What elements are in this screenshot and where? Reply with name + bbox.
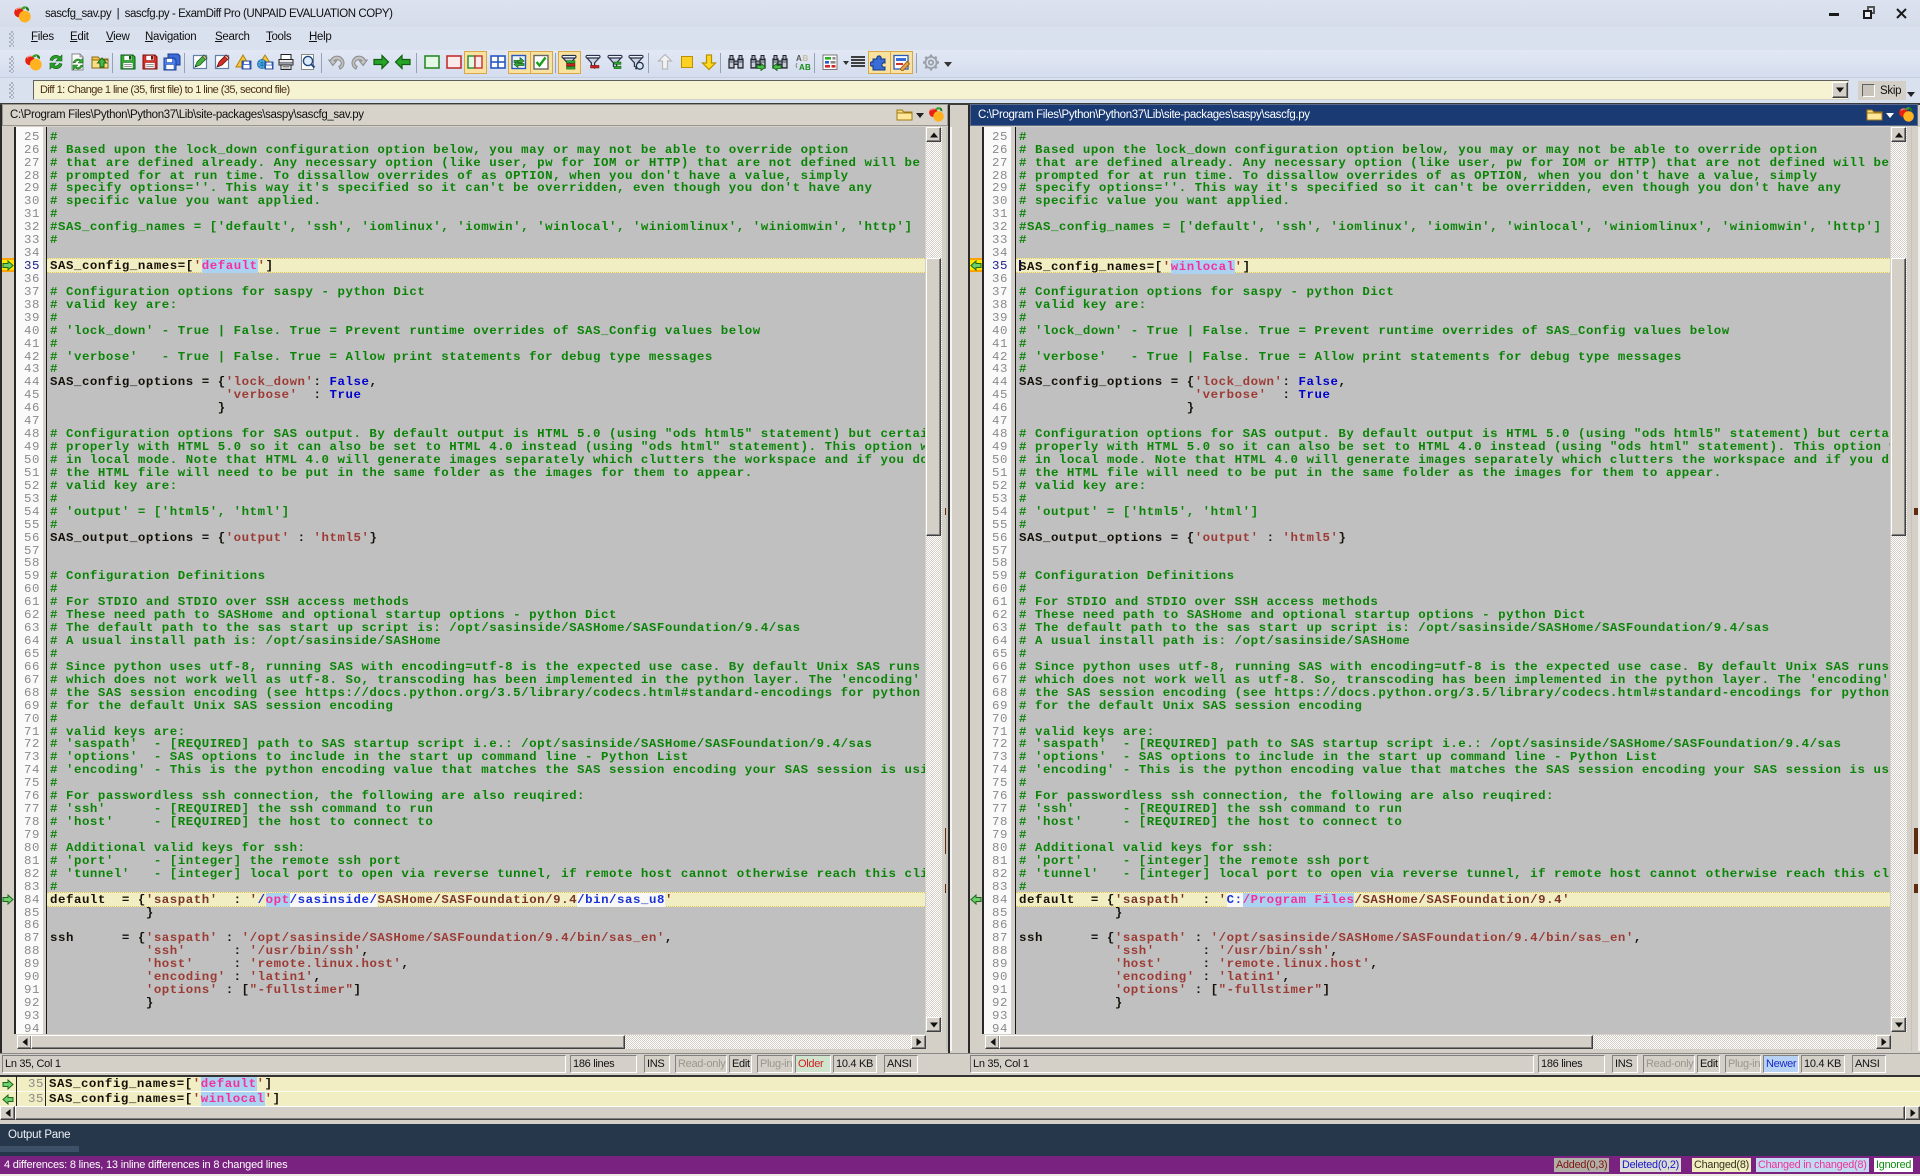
svg-text:B: B [803, 54, 809, 63]
svg-text:A: A [796, 54, 802, 63]
svg-text:B: B [805, 63, 811, 71]
